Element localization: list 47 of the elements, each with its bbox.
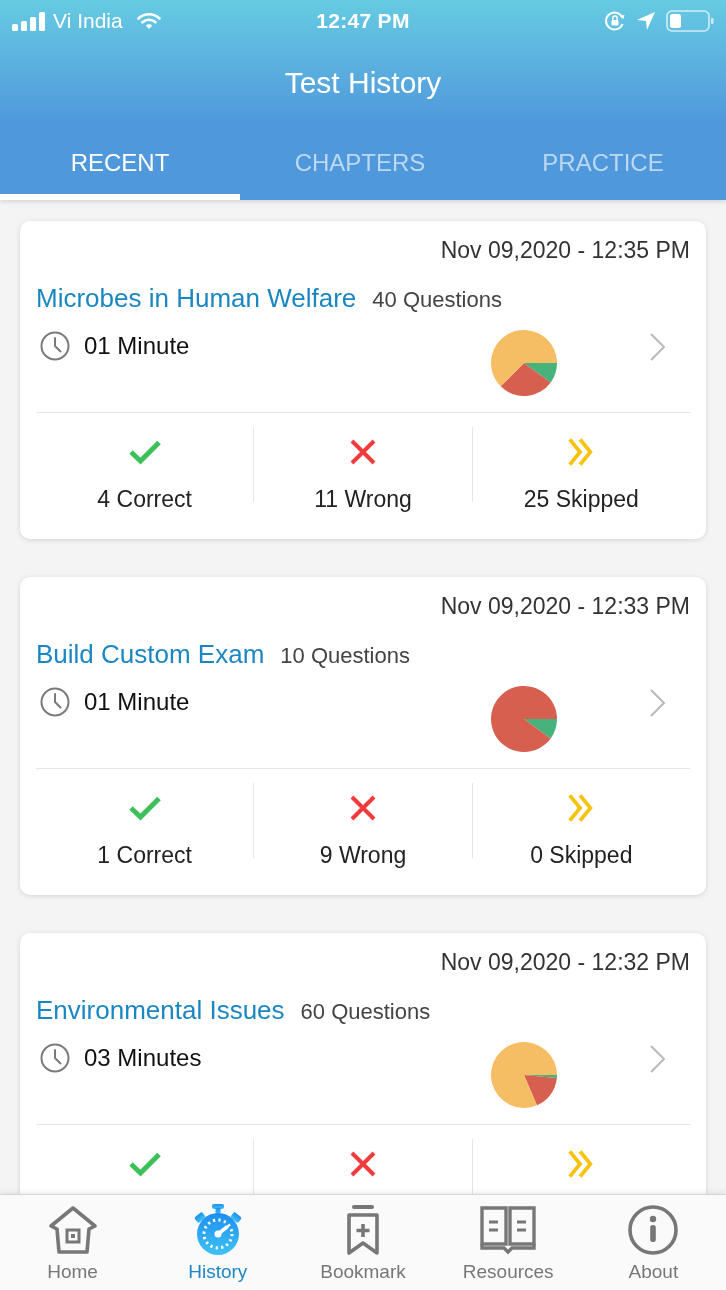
cross-icon (349, 1149, 377, 1179)
nav-item[interactable]: Resources (435, 1195, 581, 1290)
nav-item[interactable]: Bookmark (290, 1195, 436, 1290)
test-title: Microbes in Human Welfare (36, 282, 357, 314)
clock-icon (40, 687, 70, 717)
nav-item[interactable]: History (145, 1195, 291, 1290)
nav-item[interactable]: Home (0, 1195, 146, 1290)
test-title: Environmental Issues (36, 994, 285, 1026)
wifi-icon (136, 12, 161, 30)
stat-label: 0 Skipped (530, 841, 633, 869)
duration: 01 Minute (84, 688, 190, 716)
cross-icon (349, 437, 377, 467)
stat-label: 9 Wrong (319, 841, 407, 869)
open-book-icon (479, 1203, 538, 1257)
test-date: Nov 09,2020 - 12:35 PM (440, 236, 690, 264)
cross-icon (349, 793, 377, 823)
stat-label: 4 Correct (97, 485, 192, 513)
rotation-lock-icon (604, 10, 626, 32)
test-date: Nov 09,2020 - 12:32 PM (440, 948, 690, 976)
question-count: 10 Questions (280, 642, 410, 670)
clock-icon (40, 1043, 70, 1073)
stat-label: 1 Correct (97, 841, 192, 869)
clock-icon (40, 331, 70, 361)
duration: 01 Minute (84, 332, 190, 360)
house-icon (46, 1203, 99, 1257)
page-title: Test History (284, 66, 442, 100)
test-card[interactable]: Nov 09,2020 - 12:35 PM Microbes in Human Welfare 40 Questions 01 Minute 4 Correct 11 Wrong 25 Skipped (20, 221, 706, 539)
question-count: 60 Questions (300, 998, 431, 1026)
test-title: Build Custom Exam (36, 638, 265, 670)
signal-icon (12, 11, 45, 31)
carrier-name: Vi India (53, 9, 123, 33)
tab[interactable]: RECENT (0, 124, 240, 200)
status-time: 12:47 PM (316, 9, 410, 33)
chevron-right-icon (649, 688, 666, 718)
stat-label: 25 Skipped (523, 485, 639, 513)
battery-icon (666, 10, 714, 32)
chevron-right-icon (649, 332, 666, 362)
nav-item[interactable]: About (580, 1195, 726, 1290)
test-card[interactable]: Nov 09,2020 - 12:33 PM Build Custom Exam 10 Questions 01 Minute 1 Correct 9 Wrong 0 Skipped (20, 577, 706, 895)
duration: 03 Minutes (84, 1044, 202, 1072)
stat-label: 11 Wrong (314, 485, 412, 513)
test-card[interactable]: Nov 09,2020 - 12:32 PM Environmental Issues 60 Questions 03 Minutes (20, 933, 706, 1194)
location-icon (636, 11, 656, 31)
question-count: 40 Questions (372, 286, 502, 314)
test-date: Nov 09,2020 - 12:33 PM (440, 592, 690, 620)
chevron-right-icon (649, 1044, 666, 1074)
info-icon (628, 1203, 679, 1257)
